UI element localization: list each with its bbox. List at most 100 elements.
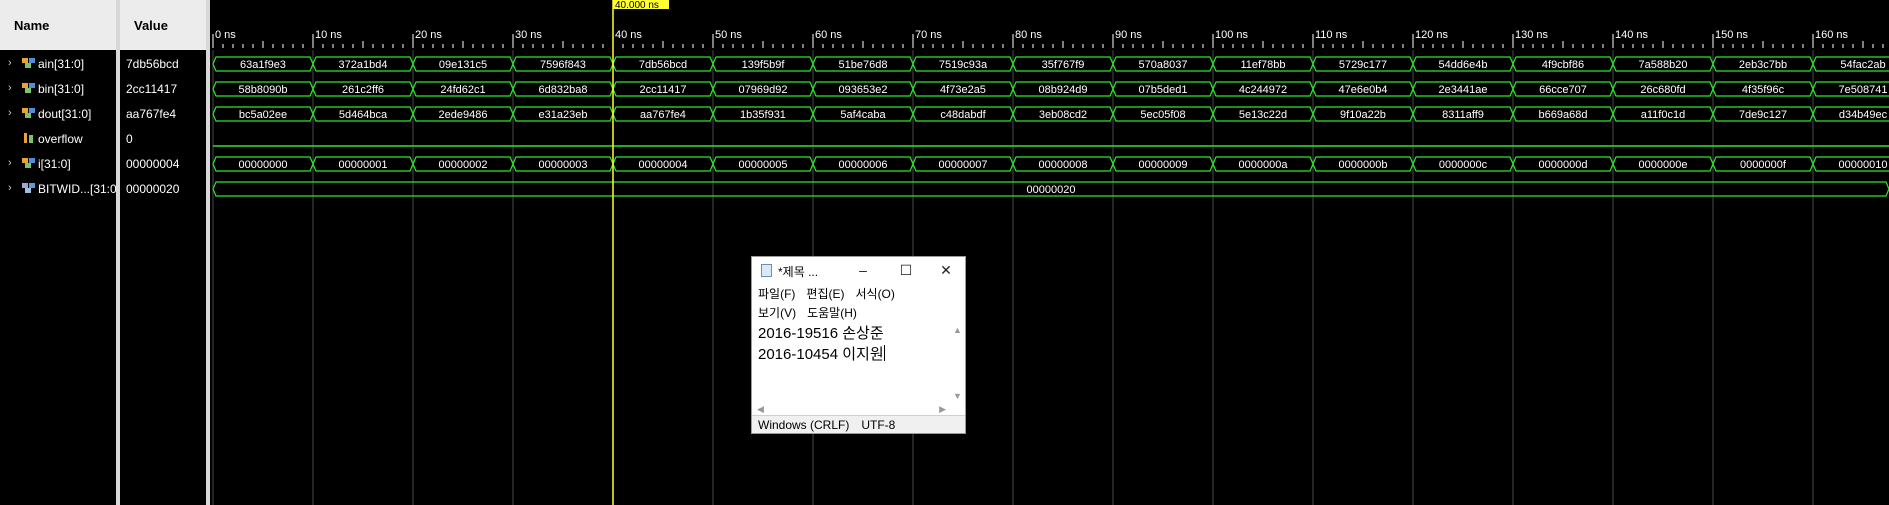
time-ruler[interactable]: 0 ns 10 ns 20 ns 30 ns 40 ns 50 ns 60 ns 70 ns 8… [212, 29, 1884, 48]
menu-view[interactable]: 보기(V) [758, 304, 796, 321]
segment-value: 00000000 [239, 159, 288, 171]
chevron-right-icon[interactable]: › [8, 57, 12, 69]
tick-label: 40 ns [615, 29, 642, 41]
signal-value: aa767fe4 [126, 107, 177, 121]
tick-label: 30 ns [515, 29, 542, 41]
segment-value: 0000000e [1639, 159, 1688, 171]
bus-icon [22, 57, 36, 72]
bus-icon [22, 82, 36, 97]
segment-value: 0000000f [1740, 159, 1787, 171]
tick-label: 140 ns [1615, 29, 1649, 41]
segment-value: 0000000d [1539, 159, 1588, 171]
chevron-right-icon[interactable]: › [8, 182, 12, 194]
name-header-label: Name [14, 17, 50, 33]
scroll-left-icon[interactable]: ◀ [757, 404, 764, 415]
segment-value: 2eb3c7bb [1739, 59, 1787, 71]
scroll-down-icon[interactable]: ▼ [953, 391, 962, 401]
segment-value: 093653e2 [839, 84, 888, 96]
segment-value: 0000000b [1339, 159, 1388, 171]
segment-value: 5729c177 [1339, 59, 1387, 71]
segment-value: 7db56bcd [639, 59, 687, 71]
signal-row[interactable]: › ain[31:0] 7db56bcd [0, 52, 210, 77]
close-button[interactable]: ✕ [926, 259, 966, 281]
notepad-titlebar[interactable]: *제목 ... – ☐ ✕ [752, 257, 965, 283]
segment-value: d34b49ec [1839, 109, 1888, 121]
maximize-button[interactable]: ☐ [886, 259, 926, 281]
notepad-icon [761, 264, 772, 277]
segment-value: 4f35f96c [1742, 84, 1785, 96]
segment-value: 5ec05f08 [1140, 109, 1185, 121]
segment-value: 47e6e0b4 [1339, 84, 1388, 96]
segment-value: 11ef78bb [1240, 59, 1285, 71]
minimize-button[interactable]: – [843, 259, 883, 281]
tick-label: 0 ns [215, 29, 236, 41]
segment-value: 51be76d8 [839, 59, 888, 71]
segment-value: 4c244972 [1239, 84, 1287, 96]
vertical-scrollbar[interactable]: ▲ ▼ [949, 323, 965, 403]
segment-value: 35f767f9 [1042, 59, 1085, 71]
segment-value: 00000008 [1039, 159, 1088, 171]
segment-value: 5e13c22d [1239, 109, 1287, 121]
segment-value: e31a23eb [539, 109, 588, 121]
chevron-right-icon[interactable]: › [8, 82, 12, 94]
tick-label: 110 ns [1315, 29, 1348, 41]
tick-label: 150 ns [1715, 29, 1749, 41]
segment-value: 09e131c5 [439, 59, 487, 71]
signal-name: overflow [38, 132, 83, 146]
text-line: 2016-19516 손상준 [758, 325, 884, 342]
segment-value: 00000007 [939, 159, 988, 171]
time-cursor[interactable]: 40.000 ns [612, 0, 669, 505]
menu-help[interactable]: 도움말(H) [807, 304, 857, 321]
tick-label: 100 ns [1215, 29, 1249, 41]
notepad-window[interactable]: *제목 ... – ☐ ✕ 파일(F) 편집(E) 서식(O) 보기(V) 도움… [751, 256, 966, 434]
segment-value: 00000006 [839, 159, 888, 171]
menu-file[interactable]: 파일(F) [758, 285, 795, 302]
segment-value: 00000010 [1839, 159, 1888, 171]
segment-value: 2e3441ae [1439, 84, 1488, 96]
notepad-text-area[interactable]: 2016-19516 손상준 2016-10454 이지원 [755, 323, 951, 403]
segment-value: 00000005 [739, 159, 788, 171]
scroll-right-icon[interactable]: ▶ [939, 404, 946, 415]
encoding-status: UTF-8 [861, 417, 896, 432]
waveform-view[interactable]: 0 ns 10 ns 20 ns 30 ns 40 ns 50 ns 60 ns 70 ns 8… [210, 0, 1889, 505]
bus-icon [22, 157, 36, 172]
waveform-rows: 63a1f9e3 372a1bd4 09e131c5 7596f843 7db56bcd… [212, 56, 1889, 197]
value-column-header[interactable]: Value [120, 0, 206, 50]
segment-value: 58b8090b [239, 84, 288, 96]
tick-label: 120 ns [1415, 29, 1449, 41]
signal-row[interactable]: › i[31:0] 00000004 [0, 152, 210, 177]
segment-value: 63a1f9e3 [240, 59, 286, 71]
segment-value: 7de9c127 [1739, 109, 1787, 121]
scroll-up-icon[interactable]: ▲ [953, 325, 962, 335]
menu-edit[interactable]: 편집(E) [806, 285, 844, 302]
segment-value: 4f9cbf86 [1542, 59, 1584, 71]
signal-row[interactable]: › dout[31:0] aa767fe4 [0, 102, 210, 127]
notepad-menubar: 파일(F) 편집(E) 서식(O) 보기(V) 도움말(H) [752, 284, 965, 322]
signal-row[interactable]: › bin[31:0] 2cc11417 [0, 77, 210, 102]
signal-row[interactable]: › BITWID...[31:0] 00000020 [0, 177, 210, 202]
tick-label: 160 ns [1815, 29, 1849, 41]
segment-value: 7a588b20 [1639, 59, 1688, 71]
segment-value: 7596f843 [540, 59, 586, 71]
signal-value: 00000020 [126, 182, 180, 196]
signal-value: 7db56bcd [126, 57, 179, 71]
notepad-title: *제목 ... [778, 265, 819, 279]
signal-value: 00000004 [126, 157, 180, 171]
chevron-right-icon[interactable]: › [8, 157, 12, 169]
segment-value: 0000000c [1439, 159, 1488, 171]
signal-panel: Name Value › ain[31:0] 7db56bcd › bin[31:0] 2… [0, 0, 210, 505]
segment-value: 00000020 [1027, 184, 1076, 196]
chevron-right-icon[interactable]: › [8, 107, 12, 119]
line-ending-status: Windows (CRLF) [758, 417, 850, 432]
tick-label: 80 ns [1015, 29, 1042, 41]
tick-label: 50 ns [715, 29, 742, 41]
signal-name: ain[31:0] [38, 57, 85, 71]
value-header-label: Value [134, 17, 168, 33]
segment-value: 26c680fd [1640, 84, 1685, 96]
segment-value: 08b924d9 [1039, 84, 1088, 96]
segment-value: 00000003 [539, 159, 588, 171]
name-column-header[interactable]: Name [0, 0, 116, 50]
signal-row[interactable]: overflow 0 [0, 127, 210, 152]
menu-format[interactable]: 서식(O) [855, 285, 894, 302]
notepad-statusbar: Windows (CRLF) UTF-8 [752, 415, 965, 433]
